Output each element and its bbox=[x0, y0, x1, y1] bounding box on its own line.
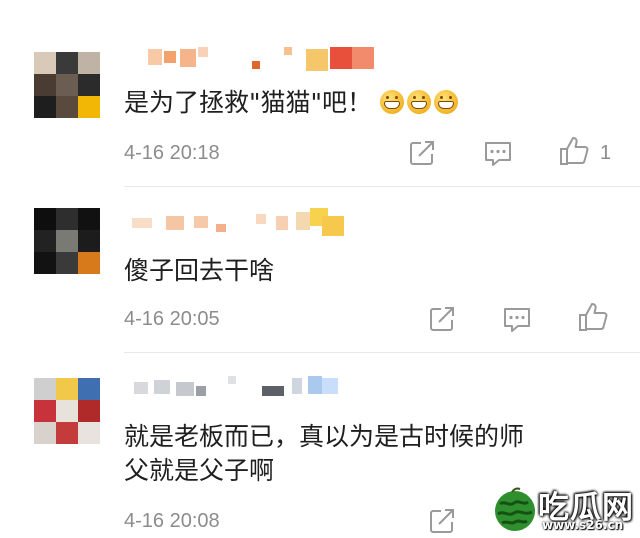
emoji-group bbox=[380, 89, 461, 123]
comment-text-line: 父就是父子啊 bbox=[124, 456, 275, 485]
comment-item: 是为了拯救"猫猫"吧！ 4-16 20:18 1 bbox=[0, 0, 640, 186]
grin-emoji bbox=[407, 90, 431, 114]
username-blurred[interactable] bbox=[124, 47, 384, 71]
avatar[interactable] bbox=[34, 52, 100, 118]
watermark: 吃瓜网 www.s26.cn bbox=[492, 484, 638, 536]
reply-icon bbox=[485, 142, 511, 166]
share-button[interactable] bbox=[405, 136, 439, 170]
comment-timestamp: 4-16 20:05 bbox=[124, 308, 220, 330]
like-icon bbox=[579, 303, 608, 331]
avatar[interactable] bbox=[34, 378, 100, 444]
avatar[interactable] bbox=[34, 208, 100, 274]
comment-item: 傻子回去干啥 4-16 20:05 bbox=[0, 186, 640, 352]
watermark-url: www.s26.cn bbox=[542, 518, 624, 532]
like-icon bbox=[560, 137, 589, 165]
watermelon-logo-icon bbox=[495, 487, 535, 531]
reply-icon bbox=[504, 308, 530, 332]
comment-text: 就是老板而已，真以为是古时候的师 父就是父子啊 bbox=[124, 420, 524, 488]
share-button[interactable] bbox=[425, 504, 459, 538]
like-count: 1 bbox=[600, 142, 612, 164]
share-icon bbox=[430, 509, 454, 533]
reply-button[interactable] bbox=[481, 136, 515, 170]
username-blurred[interactable] bbox=[124, 376, 364, 398]
share-icon bbox=[410, 141, 434, 165]
comment-text: 是为了拯救"猫猫"吧！ bbox=[124, 86, 461, 123]
share-icon bbox=[430, 307, 454, 331]
comment-text: 傻子回去干啥 bbox=[124, 256, 275, 285]
comment-timestamp: 4-16 20:18 bbox=[124, 142, 220, 164]
like-button[interactable] bbox=[557, 134, 591, 168]
like-button[interactable] bbox=[576, 300, 610, 334]
comment-text-line: 就是老板而已，真以为是古时候的师 bbox=[124, 422, 525, 451]
reply-button[interactable] bbox=[500, 302, 534, 336]
comment-timestamp: 4-16 20:08 bbox=[124, 510, 220, 532]
grin-emoji bbox=[380, 90, 404, 114]
share-button[interactable] bbox=[425, 302, 459, 336]
grin-emoji bbox=[434, 90, 458, 114]
username-blurred[interactable] bbox=[124, 208, 364, 236]
